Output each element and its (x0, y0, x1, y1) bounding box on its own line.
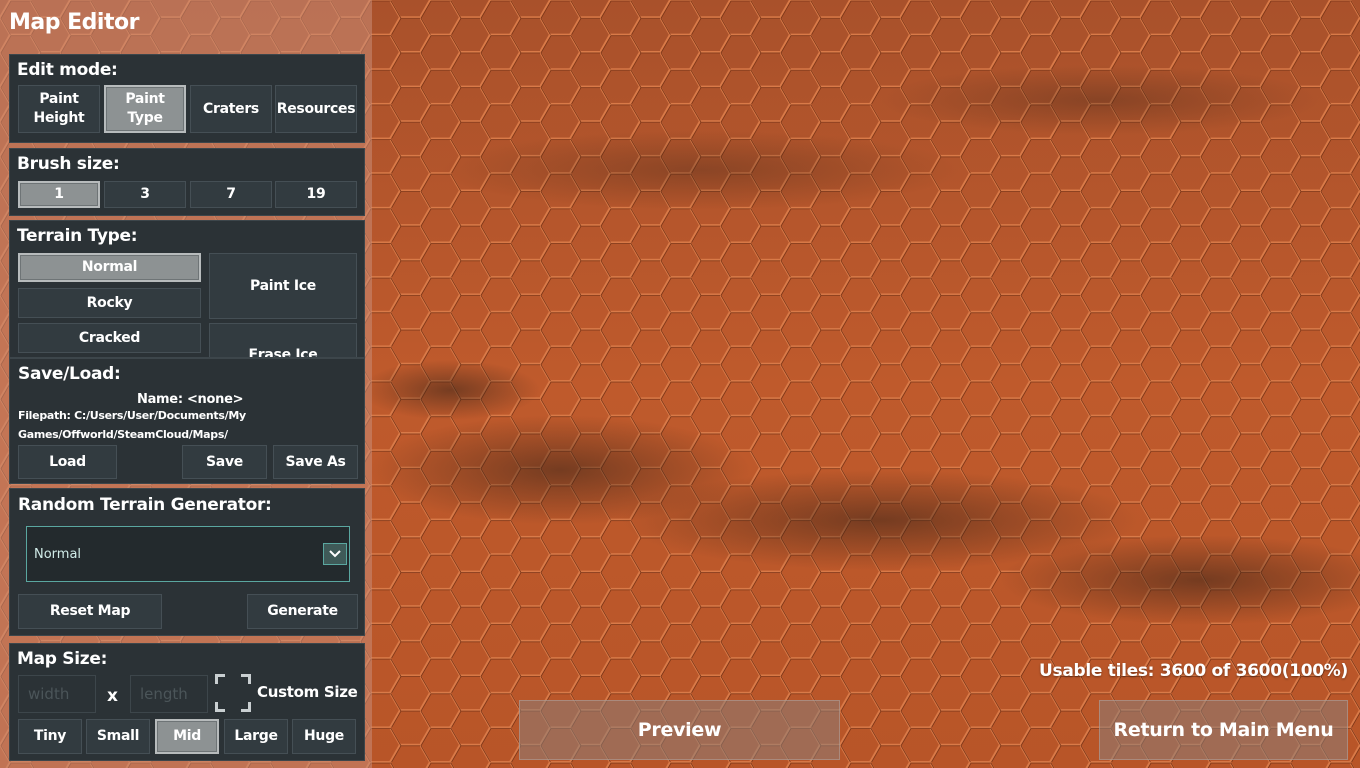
reset-map-button[interactable]: Reset Map (18, 594, 162, 629)
size-huge-button[interactable]: Huge (292, 719, 356, 754)
editor-sidebar: Map Editor Edit mode: Paint Height Paint… (0, 0, 372, 768)
size-tiny-button[interactable]: Tiny (18, 719, 82, 754)
save-load-label: Save/Load: (18, 364, 121, 384)
paint-type-line2: Type (127, 110, 163, 126)
paint-height-button[interactable]: Paint Height (18, 85, 100, 133)
save-button[interactable]: Save (182, 445, 267, 479)
chevron-down-icon[interactable] (323, 543, 347, 565)
brush-size-3-button[interactable]: 3 (104, 181, 186, 208)
size-mid-button[interactable]: Mid (155, 719, 219, 754)
brush-size-1-button[interactable]: 1 (18, 181, 100, 208)
craters-button[interactable]: Craters (190, 85, 272, 133)
erase-ice-button[interactable]: Erase Ice (209, 323, 357, 358)
edit-mode-panel: Edit mode: Paint Height Paint Type Crate… (9, 54, 365, 143)
length-input[interactable] (130, 675, 208, 713)
size-large-button[interactable]: Large (224, 719, 288, 754)
brush-size-label: Brush size: (17, 154, 120, 174)
map-size-panel: Map Size: x Custom Size Tiny Small Mid L… (9, 643, 365, 761)
terrain-cracked-button[interactable]: Cracked (18, 323, 201, 353)
preview-button[interactable]: Preview (519, 700, 840, 760)
generate-button[interactable]: Generate (247, 594, 358, 629)
custom-size-label: Custom Size (257, 683, 358, 701)
brush-size-panel: Brush size: 1 3 7 19 (9, 148, 365, 216)
brush-size-19-button[interactable]: 19 (275, 181, 357, 208)
resources-label: Resources (276, 100, 356, 117)
size-small-button[interactable]: Small (86, 719, 150, 754)
map-name-text: Name: <none> (137, 392, 244, 407)
save-load-panel: Save/Load: Name: <none> Filepath: C:/Use… (9, 358, 365, 484)
edit-mode-label: Edit mode: (17, 60, 118, 80)
generator-dropdown[interactable]: Normal (26, 526, 350, 582)
paint-height-line1: Paint (39, 91, 79, 107)
paint-height-line2: Height (33, 110, 85, 126)
paint-type-button[interactable]: Paint Type (104, 85, 186, 133)
random-generator-label: Random Terrain Generator: (18, 495, 272, 515)
paint-ice-button[interactable]: Paint Ice (209, 253, 357, 319)
width-input[interactable] (18, 675, 96, 713)
paint-type-line1: Paint (125, 91, 165, 107)
erase-ice-label: Erase Ice (248, 347, 318, 358)
filepath-line2: Games/Offworld/SteamCloud/Maps/ (18, 428, 228, 441)
window-title: Map Editor (9, 10, 139, 35)
map-size-label: Map Size: (17, 649, 108, 669)
terrain-rocky-button[interactable]: Rocky (18, 288, 201, 318)
random-generator-panel: Random Terrain Generator: Normal Reset M… (9, 488, 365, 636)
usable-tiles-text: Usable tiles: 3600 of 3600(100%) (1039, 661, 1348, 681)
load-button[interactable]: Load (18, 445, 117, 479)
save-as-button[interactable]: Save As (273, 445, 358, 479)
return-to-main-menu-button[interactable]: Return to Main Menu (1099, 700, 1348, 760)
custom-size-checkbox[interactable] (215, 674, 251, 712)
terrain-normal-button[interactable]: Normal (18, 253, 201, 282)
terrain-type-label: Terrain Type: (17, 226, 138, 246)
filepath-line1: Filepath: C:/Users/User/Documents/My (18, 409, 246, 422)
craters-label: Craters (203, 100, 259, 117)
times-sign: x (107, 686, 118, 706)
brush-size-7-button[interactable]: 7 (190, 181, 272, 208)
generator-dropdown-value: Normal (34, 547, 82, 562)
terrain-type-panel: Terrain Type: Normal Rocky Cracked Paint… (9, 220, 365, 358)
resources-button[interactable]: Resources (275, 85, 357, 133)
